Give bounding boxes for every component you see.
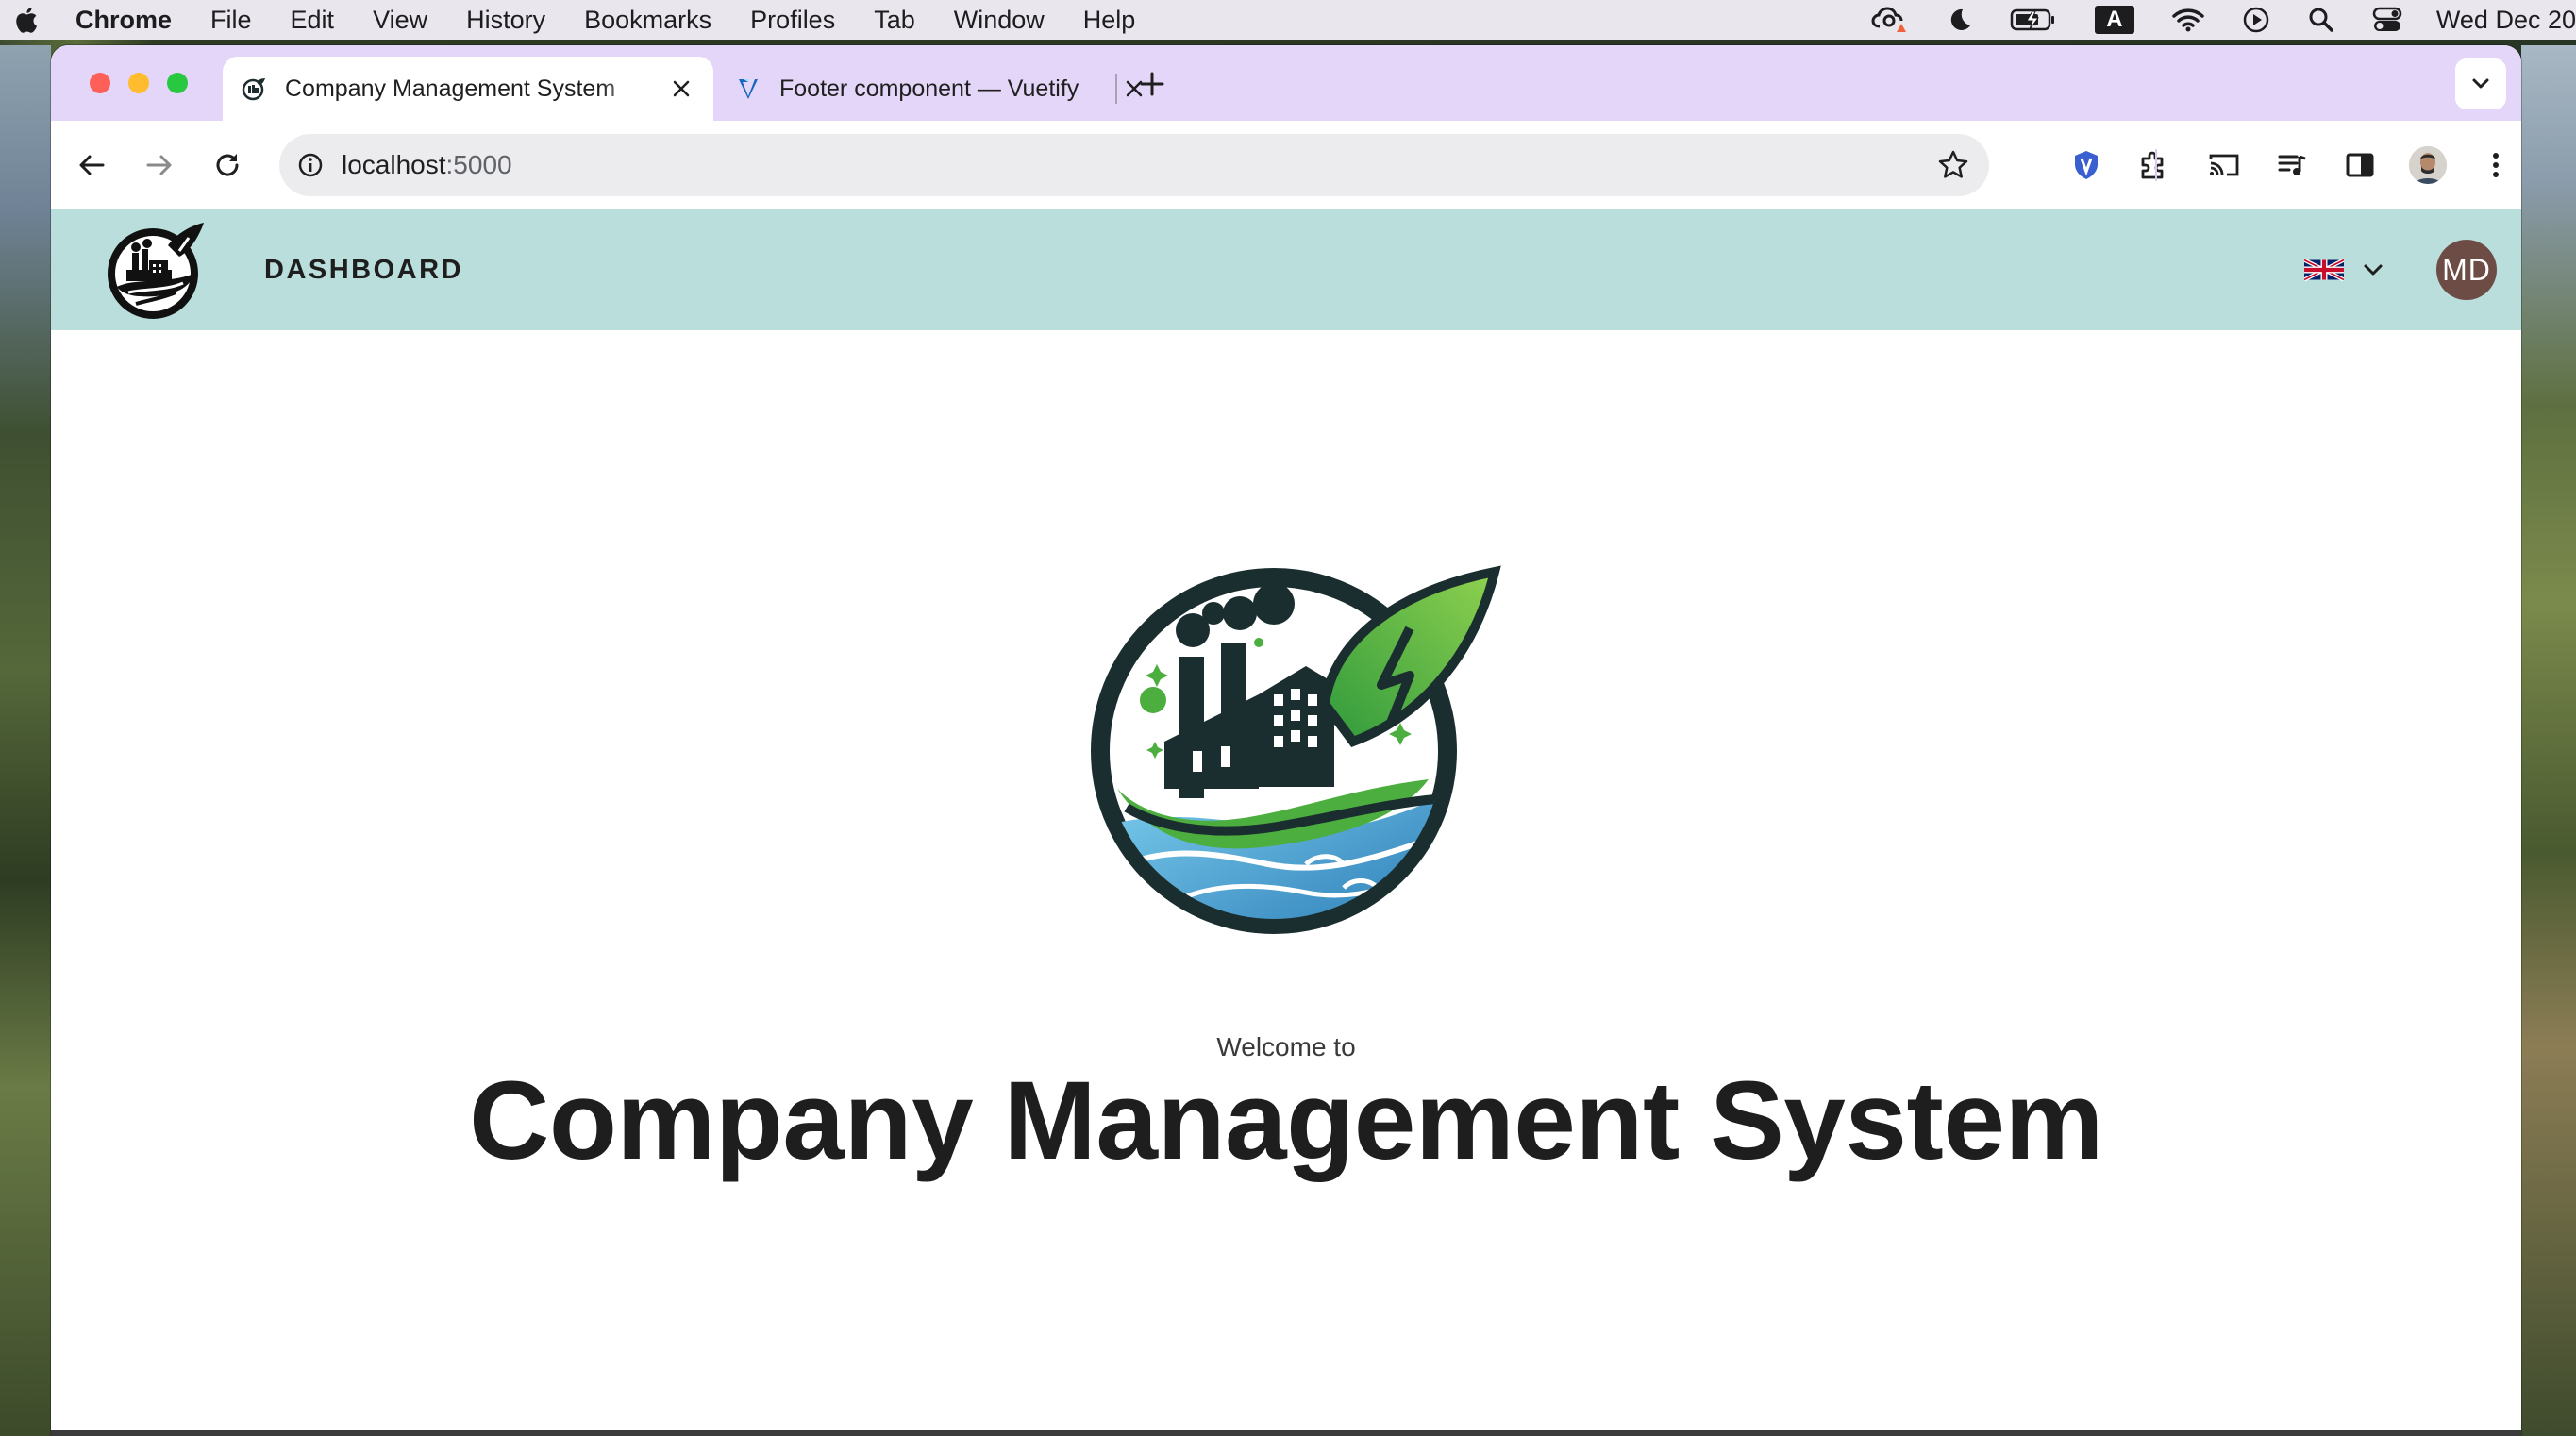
creative-cloud-icon[interactable] xyxy=(1870,6,1908,34)
vuetify-favicon-icon xyxy=(739,79,758,99)
browser-toolbar: localhost:5000 xyxy=(51,121,2521,210)
macos-menu-bar: Chrome File Edit View History Bookmarks … xyxy=(0,0,2576,40)
url-port: :5000 xyxy=(445,150,512,179)
vpn-shield-extension-icon[interactable] xyxy=(2065,143,2108,187)
menu-view[interactable]: View xyxy=(373,6,427,35)
tab-close-icon[interactable] xyxy=(668,75,694,102)
page-title: Company Management System xyxy=(469,1059,2103,1183)
apple-icon[interactable] xyxy=(13,6,38,34)
company-logo-icon[interactable] xyxy=(104,217,209,323)
media-controls-icon[interactable] xyxy=(2270,143,2314,187)
window-minimize-button[interactable] xyxy=(128,73,149,93)
language-selector[interactable] xyxy=(2304,251,2387,289)
tab-strip: Company Management System Footer compone… xyxy=(51,45,2521,121)
address-bar[interactable]: localhost:5000 xyxy=(279,134,1989,196)
menu-tab[interactable]: Tab xyxy=(874,6,915,35)
keyboard-input-source[interactable]: A xyxy=(2094,6,2134,34)
tab-footer-component-vuetify[interactable]: Footer component — Vuetify xyxy=(717,57,1166,121)
control-center-icon[interactable] xyxy=(2372,7,2402,33)
site-info-icon[interactable] xyxy=(294,149,326,181)
now-playing-icon[interactable] xyxy=(2242,6,2270,34)
chrome-menu-kebab-icon[interactable] xyxy=(2474,143,2517,187)
browser-window: Company Management System Footer compone… xyxy=(51,45,2521,1436)
menu-edit[interactable]: Edit xyxy=(291,6,335,35)
menu-file[interactable]: File xyxy=(210,6,252,35)
desktop-wallpaper-left xyxy=(0,45,51,1436)
url-host: localhost xyxy=(342,150,446,179)
url-text[interactable]: localhost:5000 xyxy=(342,150,1934,180)
wifi-icon[interactable] xyxy=(2172,8,2204,32)
bookmark-star-icon[interactable] xyxy=(1934,146,1972,184)
menu-app-name[interactable]: Chrome xyxy=(75,6,172,35)
uk-flag-icon xyxy=(2304,258,2344,282)
back-arrow-icon[interactable] xyxy=(70,143,113,187)
toolbar-separator xyxy=(2155,149,2157,181)
menu-help[interactable]: Help xyxy=(1083,6,1136,35)
menu-bar-status-area: A Wed Dec 20 xyxy=(1832,0,2576,40)
night-mode-moon-icon[interactable] xyxy=(1946,7,1972,33)
menu-profiles[interactable]: Profiles xyxy=(750,6,835,35)
bottom-divider xyxy=(51,1430,2521,1436)
nav-dashboard-button[interactable]: DASHBOARD xyxy=(264,209,463,330)
hero-company-logo-icon xyxy=(1091,565,1501,934)
menu-history[interactable]: History xyxy=(466,6,545,35)
tab-title: Footer component — Vuetify xyxy=(779,75,1079,102)
new-tab-plus-icon[interactable] xyxy=(1136,68,1168,100)
desktop-wallpaper-right xyxy=(2521,45,2576,1436)
tab-separator xyxy=(1115,74,1117,104)
spotlight-search-icon[interactable] xyxy=(2308,7,2334,33)
menu-bookmarks[interactable]: Bookmarks xyxy=(584,6,711,35)
tab-search-chevron-down-icon[interactable] xyxy=(2455,58,2506,109)
input-source-label: A xyxy=(2094,6,2134,34)
window-close-button[interactable] xyxy=(90,73,110,93)
menu-bar-clock[interactable]: Wed Dec 20 xyxy=(2436,6,2576,35)
forward-arrow-icon[interactable] xyxy=(138,143,181,187)
main-content: Welcome to Company Management System xyxy=(51,330,2521,1436)
menu-window[interactable]: Window xyxy=(954,6,1045,35)
side-panel-icon[interactable] xyxy=(2338,143,2382,187)
user-avatar-button[interactable]: MD xyxy=(2436,240,2497,300)
tab-title: Company Management System xyxy=(285,75,616,102)
window-zoom-button[interactable] xyxy=(167,73,188,93)
app-header: DASHBOARD MD xyxy=(51,209,2521,330)
language-chevron-down-icon[interactable] xyxy=(2359,256,2387,284)
battery-icon[interactable] xyxy=(2010,8,2057,32)
extensions-puzzle-icon[interactable] xyxy=(2133,143,2176,187)
profile-avatar-icon[interactable] xyxy=(2406,143,2450,187)
cast-icon[interactable] xyxy=(2202,143,2246,187)
app-favicon-icon xyxy=(242,78,265,101)
tab-company-management-system[interactable]: Company Management System xyxy=(223,57,713,121)
reload-icon[interactable] xyxy=(206,143,249,187)
